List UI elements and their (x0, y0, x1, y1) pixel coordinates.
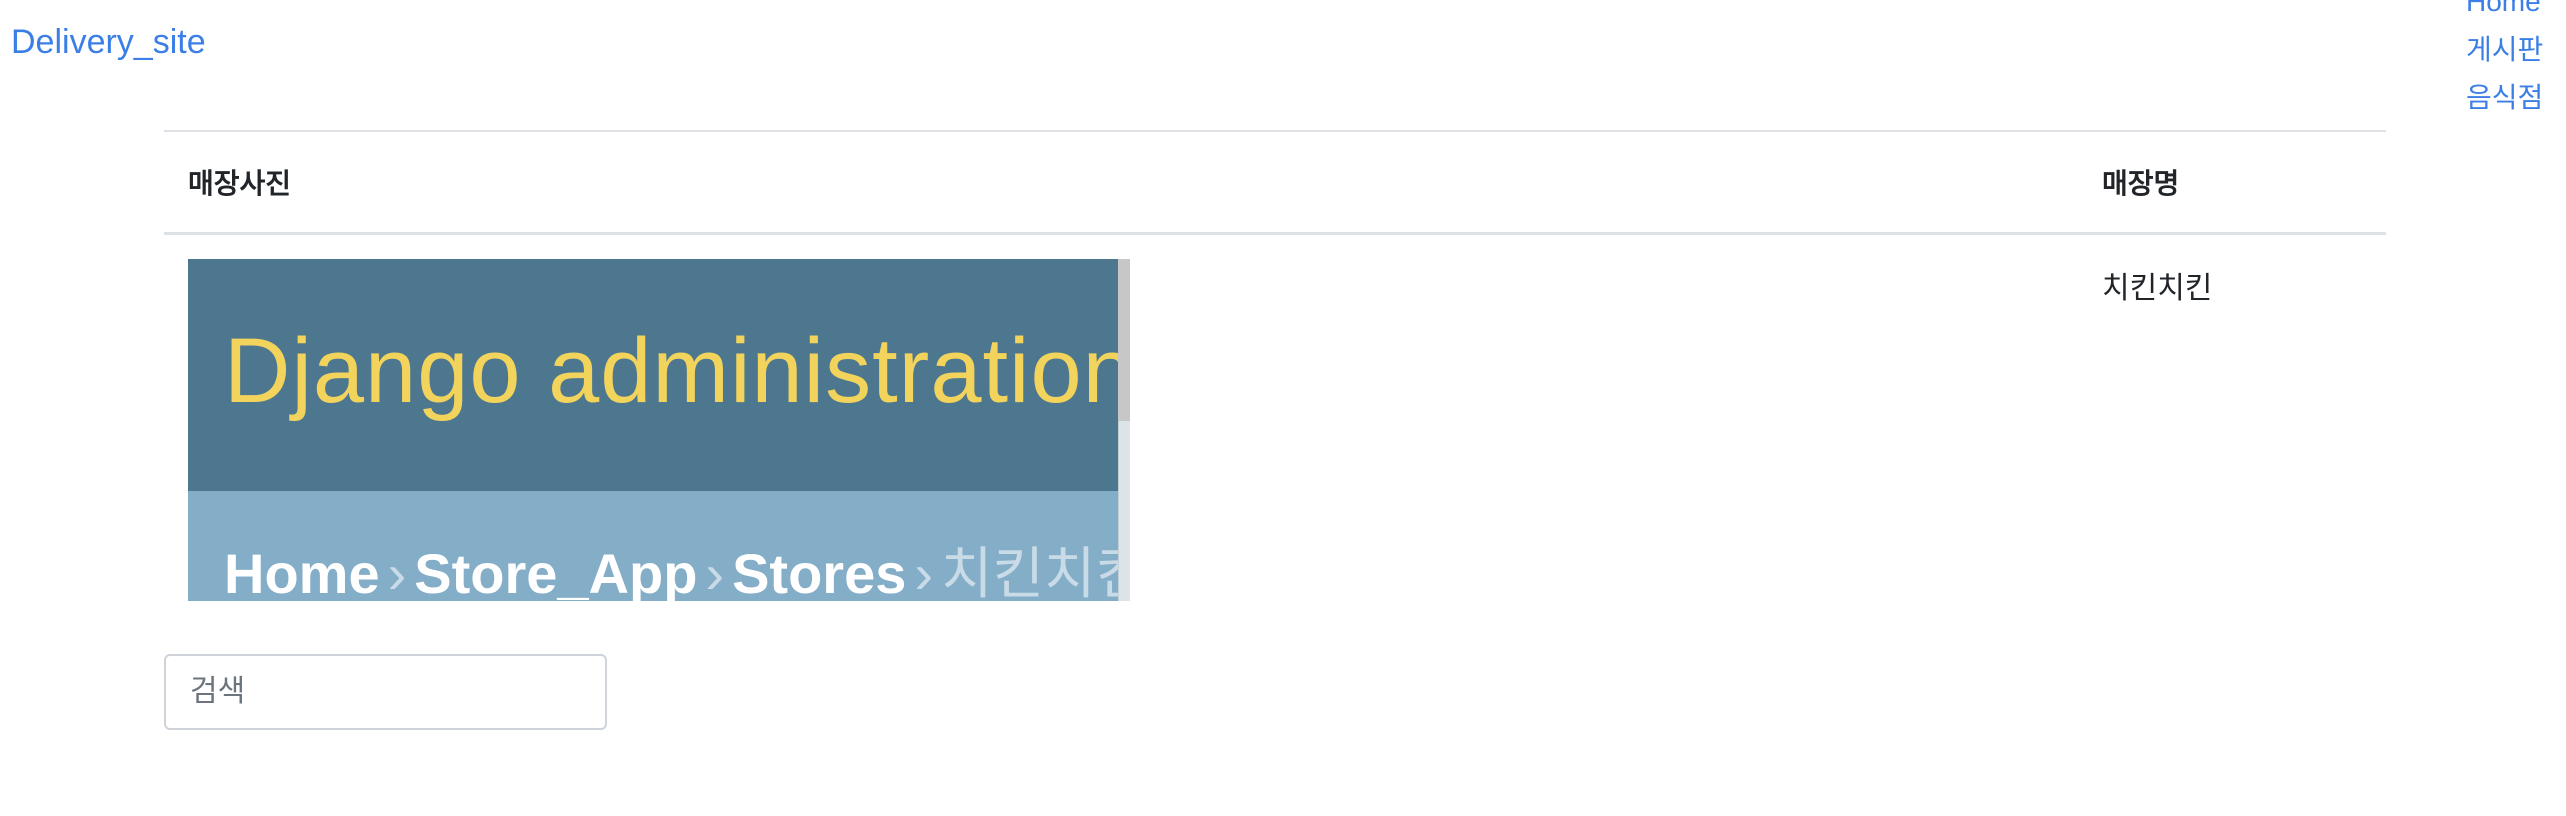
nav-link-restaurants[interactable]: 음식점 (2466, 74, 2566, 122)
store-name-cell: 치킨치킨 (2078, 234, 2386, 602)
photo-breadcrumb-separator: › (705, 542, 725, 601)
navbar-brand[interactable]: Delivery_site (11, 18, 206, 66)
photo-breadcrumb-item: Home (224, 542, 380, 601)
store-table: 매장사진 매장명 Django administration Home › Stor… (164, 130, 2386, 601)
photo-breadcrumb: Home › Store_App › Stores › 치킨치킨 (224, 529, 1130, 601)
photo-breadcrumb-separator: › (914, 542, 934, 601)
photo-admin-title: Django administration (224, 320, 1130, 422)
photo-admin-header: Django administration (188, 259, 1130, 491)
photo-breadcrumb-item: Store_App (414, 542, 698, 601)
photo-breadcrumb-item: Stores (732, 542, 907, 601)
nav-link-board[interactable]: 게시판 (2466, 26, 2566, 74)
store-photo-cell: Django administration Home › Store_App › Sto… (164, 234, 2078, 601)
store-photo: Django administration Home › Store_App › Sto… (188, 259, 1130, 601)
photo-breadcrumb-separator: › (387, 542, 407, 601)
nav-link-home[interactable]: Home (2466, 0, 2566, 26)
photo-breadcrumb-bar: Home › Store_App › Stores › 치킨치킨 (188, 491, 1130, 601)
photo-scrollbar-thumb (1118, 259, 1130, 421)
table-row: Django administration Home › Store_App › Sto… (164, 234, 2386, 602)
search-input[interactable] (164, 654, 607, 730)
store-name: 치킨치킨 (2102, 272, 2213, 305)
column-header-photo: 매장사진 (164, 130, 2078, 235)
column-header-name: 매장명 (2078, 130, 2386, 235)
photo-breadcrumb-current: 치킨치킨 (941, 542, 1130, 601)
store-table-container: 매장사진 매장명 Django administration Home › Stor… (164, 130, 2386, 601)
navbar-links: Home 게시판 음식점 (2466, 0, 2566, 122)
table-header-row: 매장사진 매장명 (164, 130, 2386, 235)
